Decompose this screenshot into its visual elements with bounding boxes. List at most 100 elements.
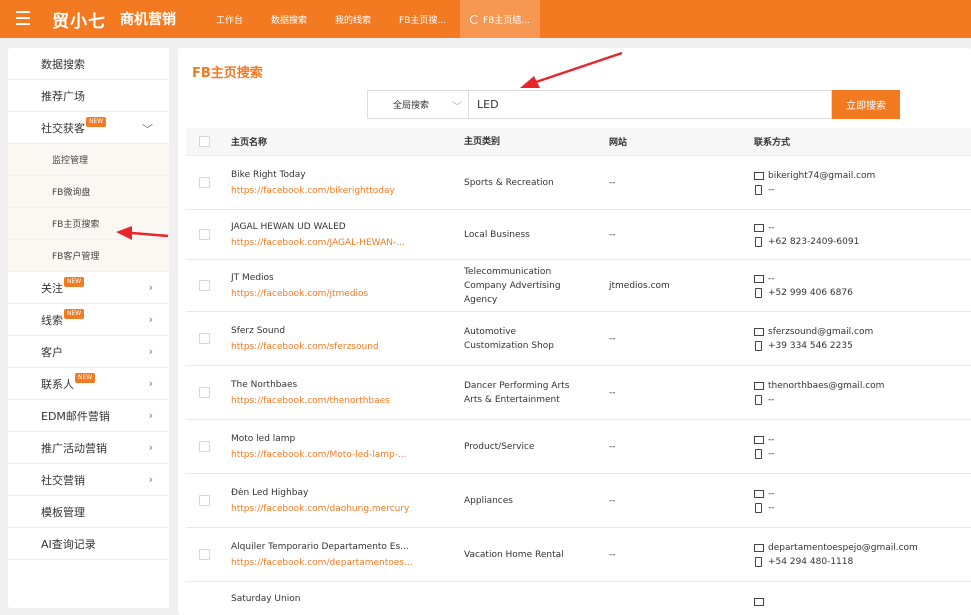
table-row[interactable]: Bike Right Today https://facebook.com/bik… xyxy=(186,156,971,210)
website-cell[interactable]: -- xyxy=(609,496,754,506)
nav-tab-fb-page-search[interactable]: FB主页搜... xyxy=(385,0,460,38)
nav-tab-data-search[interactable]: 数据搜索 xyxy=(257,0,321,38)
table-row[interactable]: Saturday Union xyxy=(186,582,971,615)
table-row[interactable]: Sferz Sound https://facebook.com/sferzsou… xyxy=(186,312,971,366)
row-checkbox[interactable] xyxy=(199,387,210,398)
contact-email[interactable]: -- xyxy=(768,487,775,501)
category-line: Arts & Entertainment xyxy=(464,394,560,405)
phone-icon xyxy=(755,340,762,351)
page-name: Đèn Led Highbay xyxy=(231,487,309,498)
sidebar-item-fb-customer-management[interactable]: FB客户管理 xyxy=(8,240,169,272)
contact-email[interactable]: bikeright74@gmail.com xyxy=(768,169,875,183)
sidebar-item-contacts[interactable]: 联系人 NEW › xyxy=(8,368,169,400)
page-name: JAGAL HEWAN UD WALED xyxy=(231,221,346,232)
sidebar-item-social-acquisition[interactable]: 社交获客 NEW ﹀ xyxy=(8,112,169,144)
select-all-checkbox[interactable] xyxy=(199,136,210,147)
sidebar-item-fb-micro-inquiry[interactable]: FB微询盘 xyxy=(8,176,169,208)
category-line: Agency xyxy=(464,294,498,305)
website-cell[interactable]: -- xyxy=(609,388,754,398)
contact-phone[interactable]: -- xyxy=(768,183,775,197)
brand-logo[interactable]: 贸小七 xyxy=(52,7,106,32)
nav-tab-workbench[interactable]: 工作台 xyxy=(202,0,257,38)
website-cell[interactable]: -- xyxy=(609,178,754,188)
search-scope-select[interactable]: 全局搜索 ﹀ xyxy=(367,90,469,119)
nav-tab-my-leads[interactable]: 我的线索 xyxy=(321,0,385,38)
chevron-right-icon: › xyxy=(148,441,153,454)
table-row[interactable]: JT Medios https://facebook.com/jtmedios Te… xyxy=(186,260,971,312)
page-link[interactable]: https://facebook.com/sferzsound xyxy=(231,342,464,352)
page-name: Alquiler Temporario Departamento Es... xyxy=(231,541,409,552)
contact-email[interactable]: sferzsound@gmail.com xyxy=(768,325,873,339)
row-checkbox[interactable] xyxy=(199,280,210,291)
sidebar-item-monitor-management[interactable]: 监控管理 xyxy=(8,144,169,176)
search-button[interactable]: 立即搜索 xyxy=(832,90,900,119)
sidebar-item-data-search[interactable]: 数据搜索 xyxy=(8,48,169,80)
contact-email[interactable]: -- xyxy=(768,433,775,447)
mail-icon xyxy=(754,489,764,498)
row-checkbox[interactable] xyxy=(199,229,210,240)
page-link[interactable]: https://facebook.com/Moto-led-lamp-... xyxy=(231,450,464,460)
table-row[interactable]: The Northbaes https://facebook.com/thenor… xyxy=(186,366,971,420)
contact-email[interactable]: thenorthbaes@gmail.com xyxy=(768,379,884,393)
search-input[interactable] xyxy=(468,90,832,119)
website-cell[interactable]: -- xyxy=(609,334,754,344)
website-cell[interactable]: -- xyxy=(609,550,754,560)
phone-icon xyxy=(755,556,762,567)
sidebar-item-template-management[interactable]: 模板管理 xyxy=(8,496,169,528)
contact-phone[interactable]: +54 294 480-1118 xyxy=(768,555,853,569)
column-header-page-name: 主页名称 xyxy=(231,138,268,148)
contact-phone[interactable]: -- xyxy=(768,447,775,461)
results-table: 主页名称 主页类别 网站 联系方式 Bike Right Today https:… xyxy=(186,128,971,615)
row-checkbox[interactable] xyxy=(199,177,210,188)
chevron-right-icon: › xyxy=(148,377,153,390)
table-row[interactable]: Đèn Led Highbay https://facebook.com/daoh… xyxy=(186,474,971,528)
new-badge: NEW xyxy=(75,372,96,383)
sidebar-item-campaign-marketing[interactable]: 推广活动营销 › xyxy=(8,432,169,464)
contact-phone[interactable]: +39 334 546 2235 xyxy=(768,339,853,353)
category-line: Automotive xyxy=(464,326,517,337)
page-title: FB主页搜索 xyxy=(192,66,263,81)
sidebar-item-leads[interactable]: 线索 NEW › xyxy=(8,304,169,336)
row-checkbox[interactable] xyxy=(199,441,210,452)
chevron-right-icon: › xyxy=(148,281,153,294)
sidebar-item-customers[interactable]: 客户 › xyxy=(8,336,169,368)
page-link[interactable]: https://facebook.com/departamentoes... xyxy=(231,558,464,568)
category-line: Sports & Recreation xyxy=(464,177,554,188)
table-row[interactable]: Moto led lamp https://facebook.com/Moto-l… xyxy=(186,420,971,474)
row-checkbox[interactable] xyxy=(199,333,210,344)
contact-email[interactable]: -- xyxy=(768,272,775,286)
nav-tab-fb-page-results[interactable]: FB主页结... xyxy=(459,0,540,38)
sidebar-item-fb-page-search[interactable]: FB主页搜索 xyxy=(8,208,169,240)
row-checkbox[interactable] xyxy=(199,495,210,506)
contact-phone[interactable]: -- xyxy=(768,393,775,407)
contact-phone[interactable]: -- xyxy=(768,501,775,515)
hamburger-menu-icon[interactable]: ☰ xyxy=(4,0,42,38)
table-row[interactable]: JAGAL HEWAN UD WALED https://facebook.com… xyxy=(186,210,971,260)
sidebar-item-edm-marketing[interactable]: EDM邮件营销 › xyxy=(8,400,169,432)
table-row[interactable]: Alquiler Temporario Departamento Es... ht… xyxy=(186,528,971,582)
website-cell[interactable]: -- xyxy=(609,230,754,240)
page-link[interactable]: https://facebook.com/JAGAL-HEWAN-... xyxy=(231,238,464,248)
chevron-down-icon: ﹀ xyxy=(452,102,462,113)
page-link[interactable]: https://facebook.com/thenorthbaes xyxy=(231,396,464,406)
page-link[interactable]: https://facebook.com/daohung.mercury xyxy=(231,504,464,514)
contact-email[interactable]: -- xyxy=(768,221,775,235)
row-checkbox[interactable] xyxy=(199,549,210,560)
contact-phone[interactable]: +52 999 406 6876 xyxy=(768,286,853,300)
main-panel: FB主页搜索 全局搜索 ﹀ 立即搜索 主页名称 主页类别 网站 联系方式 Bik… xyxy=(178,48,971,615)
page-link[interactable]: https://facebook.com/jtmedios xyxy=(231,289,464,299)
phone-icon xyxy=(755,287,762,298)
website-cell[interactable]: jtmedios.com xyxy=(609,281,754,291)
sidebar-item-follow[interactable]: 关注 NEW › xyxy=(8,272,169,304)
mail-icon xyxy=(754,597,764,606)
mail-icon xyxy=(754,274,764,283)
sidebar-item-recommend-square[interactable]: 推荐广场 xyxy=(8,80,169,112)
page-link[interactable]: https://facebook.com/bikerighttoday xyxy=(231,186,464,196)
contact-email[interactable]: departamentoespejo@gmail.com xyxy=(768,541,918,555)
website-cell[interactable]: -- xyxy=(609,442,754,452)
sidebar-item-ai-query-history[interactable]: AI查询记录 xyxy=(8,528,169,560)
category-line: Appliances xyxy=(464,495,513,506)
sidebar-item-social-marketing[interactable]: 社交营销 › xyxy=(8,464,169,496)
contact-phone[interactable]: +62 823-2409-6091 xyxy=(768,235,859,249)
top-bar: ☰ 贸小七 商机营销 工作台 数据搜索 我的线索 FB主页搜... FB主页结.… xyxy=(0,0,971,38)
